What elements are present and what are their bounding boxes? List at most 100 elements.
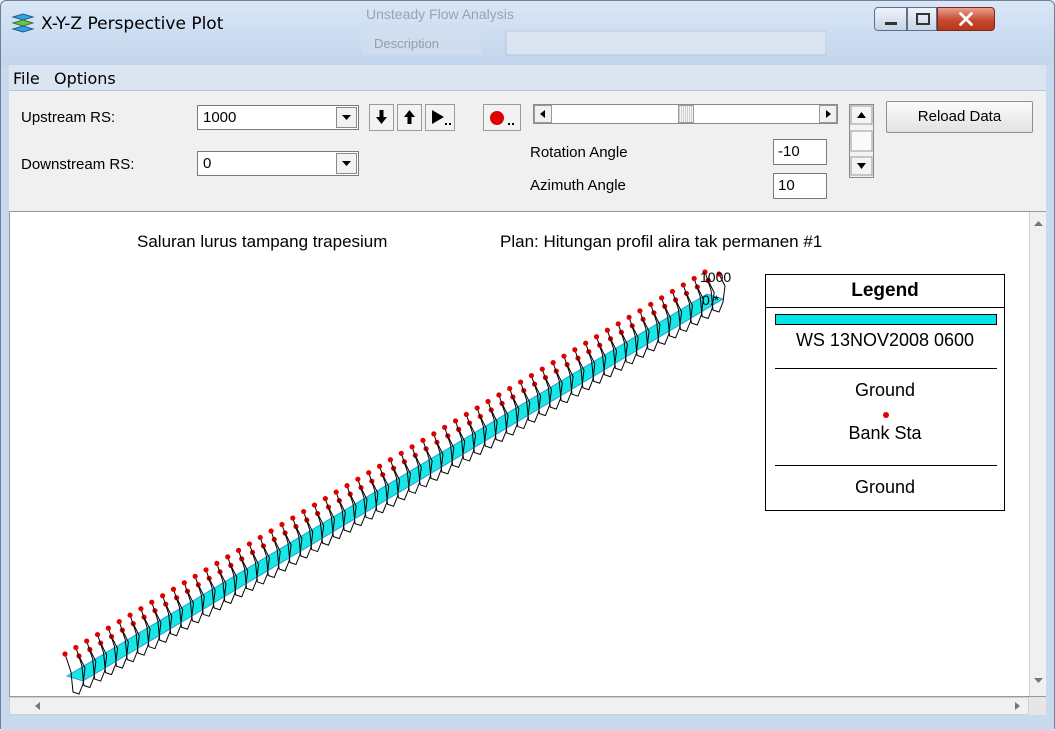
bank-station-left <box>94 631 101 638</box>
bank-station-left <box>73 644 79 651</box>
bank-station-left <box>452 418 459 424</box>
bank-station-left <box>474 405 480 411</box>
maximize-icon <box>916 13 930 25</box>
bank-station-left <box>333 489 339 495</box>
menu-bar: File Options <box>9 65 1046 91</box>
upstream-label: Upstream RS: <box>21 109 116 126</box>
bank-station-left <box>181 580 187 586</box>
bank-station-left <box>442 424 448 430</box>
bank-station-left <box>376 463 383 469</box>
bank-station-left <box>680 282 686 288</box>
legend-ground-line <box>775 368 997 369</box>
bank-station-left <box>279 521 285 528</box>
chevron-right-icon[interactable] <box>819 105 837 123</box>
bank-station-left <box>192 573 198 579</box>
legend-bank-label: Bank Sta <box>848 423 922 443</box>
azimuth-angle-label: Azimuth Angle <box>530 177 626 194</box>
record-button[interactable] <box>483 104 521 131</box>
toolbar: Upstream RS: 1000 Downstream RS: 0 Rotat… <box>9 91 1046 211</box>
menu-file[interactable]: File <box>13 69 40 88</box>
chevron-down-icon <box>1034 678 1043 683</box>
bank-station-left <box>517 379 524 385</box>
menu-options[interactable]: Options <box>54 69 116 88</box>
bank-station-left <box>257 534 263 541</box>
legend: Legend WS 13NOV2008 0600 Ground Bank Sta… <box>765 274 1005 511</box>
rotation-angle-label: Rotation Angle <box>530 144 628 161</box>
background-window-blur: Unsteady Flow Analysis Description <box>361 6 826 56</box>
chevron-left-icon[interactable] <box>534 105 552 123</box>
legend-ground-line-2 <box>775 465 997 466</box>
azimuth-angle-input[interactable]: 10 <box>773 173 827 199</box>
bank-station-left <box>691 275 697 282</box>
water-surface <box>65 293 725 682</box>
bank-station-left <box>593 334 600 340</box>
minimize-icon <box>885 22 897 25</box>
bank-station-left <box>214 560 220 566</box>
legend-water-swatch <box>775 314 997 325</box>
bank-station-left <box>344 483 350 489</box>
arrow-down-icon <box>376 110 387 124</box>
minimize-button[interactable] <box>874 7 907 31</box>
bank-station-left <box>138 606 144 612</box>
chevron-down-icon[interactable] <box>336 153 357 174</box>
legend-bank-dot <box>883 412 889 418</box>
azimuth-scrollbar[interactable] <box>849 104 874 178</box>
legend-ground-label-2: Ground <box>854 477 916 497</box>
chevron-down-icon[interactable] <box>336 107 357 128</box>
plot-vertical-scrollbar[interactable] <box>1029 212 1046 696</box>
move-downstream-button[interactable] <box>369 104 394 131</box>
bank-station-left <box>235 547 242 554</box>
upstream-rs-select[interactable]: 1000 <box>197 105 359 130</box>
window-bottom-frame <box>1 715 1054 730</box>
bank-station-left <box>550 360 556 366</box>
plot-horizontal-scrollbar[interactable] <box>9 697 1029 715</box>
bank-station-left <box>572 347 578 353</box>
downstream-section-label: 0.* <box>702 292 720 308</box>
downstream-rs-value: 0 <box>203 155 212 172</box>
app-icon <box>11 13 35 33</box>
bank-station-left <box>322 496 328 502</box>
title-bar: X-Y-Z Perspective Plot Unsteady Flow Ana… <box>1 1 1054 65</box>
close-button[interactable] <box>937 7 995 31</box>
bank-station-left <box>539 366 545 372</box>
plot-area: Saluran lurus tampang trapesium Plan: Hi… <box>9 211 1046 697</box>
reload-data-button[interactable]: Reload Data <box>886 101 1033 133</box>
play-icon <box>432 110 451 125</box>
record-icon <box>490 111 514 125</box>
bank-station-left <box>604 327 610 333</box>
slider-thumb[interactable] <box>678 105 694 123</box>
bank-station-left <box>583 340 589 346</box>
bank-station-left <box>507 385 513 392</box>
maximize-button[interactable] <box>907 7 937 31</box>
bank-station-left <box>225 554 231 560</box>
bank-station-left <box>311 502 318 508</box>
bank-station-left <box>669 288 676 295</box>
bank-station-left <box>160 593 166 599</box>
bank-station-left <box>615 321 621 327</box>
upstream-rs-value: 1000 <box>203 109 237 126</box>
window-title: X-Y-Z Perspective Plot <box>41 14 224 34</box>
upstream-section-label: 1000 <box>700 269 731 285</box>
bank-station-left <box>387 457 394 463</box>
bank-station-left <box>366 470 372 476</box>
scroll-thumb <box>850 130 873 152</box>
legend-ws-label: WS 13NOV2008 0600 <box>795 330 975 350</box>
scrollbar-corner <box>1029 697 1046 715</box>
play-animation-button[interactable] <box>425 104 455 131</box>
bank-station-left <box>290 515 296 521</box>
bank-station-left <box>105 625 111 631</box>
rotation-slider[interactable] <box>533 104 838 124</box>
bank-station-left <box>116 619 122 625</box>
bank-station-left <box>149 599 155 605</box>
downstream-rs-select[interactable]: 0 <box>197 151 359 176</box>
move-upstream-button[interactable] <box>397 104 422 131</box>
bank-station-left <box>463 411 469 418</box>
background-text-2: Description <box>374 36 439 51</box>
chevron-right-icon <box>1015 702 1020 710</box>
bank-station-left <box>409 444 415 450</box>
rotation-angle-input[interactable]: -10 <box>773 139 827 165</box>
bank-station-left <box>528 372 535 379</box>
bank-station-left <box>301 508 307 515</box>
legend-ground-label: Ground <box>854 380 916 400</box>
bank-station-left <box>246 541 253 547</box>
